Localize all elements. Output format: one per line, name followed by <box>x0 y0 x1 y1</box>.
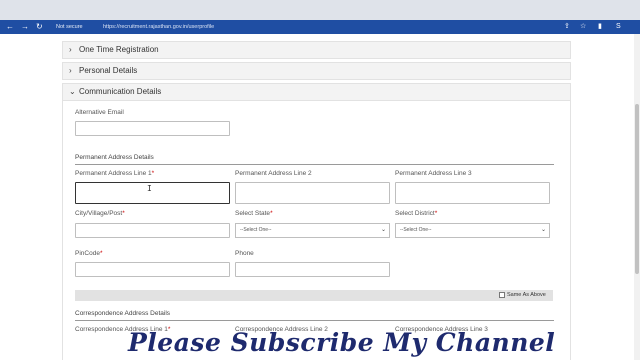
perm-line2-field[interactable] <box>235 182 390 204</box>
chevron-right-icon: › <box>69 66 72 75</box>
back-icon[interactable]: ← <box>6 22 14 32</box>
subscribe-banner: Please Subscribe My Channel <box>128 328 556 357</box>
top-strip <box>0 0 640 20</box>
same-as-above-checkbox[interactable] <box>499 292 505 298</box>
state-label: Select State* <box>235 210 273 217</box>
share-icon[interactable]: ⇪ <box>564 22 570 32</box>
city-field[interactable] <box>75 223 230 238</box>
accordion-personal-details[interactable]: › Personal Details <box>62 62 571 80</box>
perm-line1-field[interactable] <box>75 182 230 204</box>
pincode-field[interactable] <box>75 262 230 277</box>
extensions-icon[interactable]: ▮ <box>598 22 602 32</box>
chevron-down-icon: ⌄ <box>540 227 546 233</box>
district-select-value: --Select One-- <box>400 227 432 233</box>
same-as-above-label[interactable]: Same As Above <box>507 292 546 298</box>
state-select-value: --Select One-- <box>240 227 272 233</box>
accordion-one-time-registration[interactable]: › One Time Registration <box>62 41 571 59</box>
perm-line2-label: Permanent Address Line 2 <box>235 170 312 177</box>
accordion-label: One Time Registration <box>79 45 159 54</box>
security-flag[interactable]: Not secure <box>56 24 83 30</box>
accordion-communication-details[interactable]: ⌄ Communication Details <box>62 83 571 101</box>
city-label: City/Village/Post* <box>75 210 125 217</box>
chevron-down-icon: ⌄ <box>69 87 76 96</box>
district-select[interactable]: --Select One-- ⌄ <box>395 223 550 238</box>
reload-icon[interactable]: ↻ <box>36 22 43 32</box>
chevron-down-icon: ⌄ <box>380 227 386 233</box>
accordion-label: Personal Details <box>79 66 138 75</box>
correspondence-section-title: Correspondence Address Details <box>75 310 171 317</box>
state-select[interactable]: --Select One-- ⌄ <box>235 223 390 238</box>
phone-field[interactable] <box>235 262 390 277</box>
same-as-above-bar <box>75 290 553 301</box>
star-icon[interactable]: ☆ <box>580 22 586 32</box>
section-divider <box>75 320 554 321</box>
perm-line1-label: Permanent Address Line 1* <box>75 170 155 177</box>
profile-icon[interactable]: S <box>616 22 621 32</box>
forward-icon[interactable]: → <box>21 22 29 32</box>
scrollbar[interactable] <box>634 34 640 360</box>
accordion-label: Communication Details <box>79 87 162 96</box>
district-label: Select District* <box>395 210 438 217</box>
text-cursor-icon: I <box>147 184 152 193</box>
permanent-section-title: Permanent Address Details <box>75 154 154 161</box>
address-bar[interactable]: https://recruitment.rajasthan.gov.in/use… <box>103 24 214 30</box>
chevron-right-icon: › <box>69 45 72 54</box>
perm-line3-field[interactable] <box>395 182 550 204</box>
browser-toolbar: ← → ↻ Not secure https://recruitment.raj… <box>0 20 640 34</box>
scrollbar-thumb[interactable] <box>635 104 639 274</box>
alternative-email-field[interactable] <box>75 121 230 136</box>
perm-line3-label: Permanent Address Line 3 <box>395 170 472 177</box>
section-divider <box>75 164 554 165</box>
phone-label: Phone <box>235 250 254 257</box>
alternative-email-label: Alternative Email <box>75 109 124 116</box>
pincode-label: PinCode* <box>75 250 103 257</box>
